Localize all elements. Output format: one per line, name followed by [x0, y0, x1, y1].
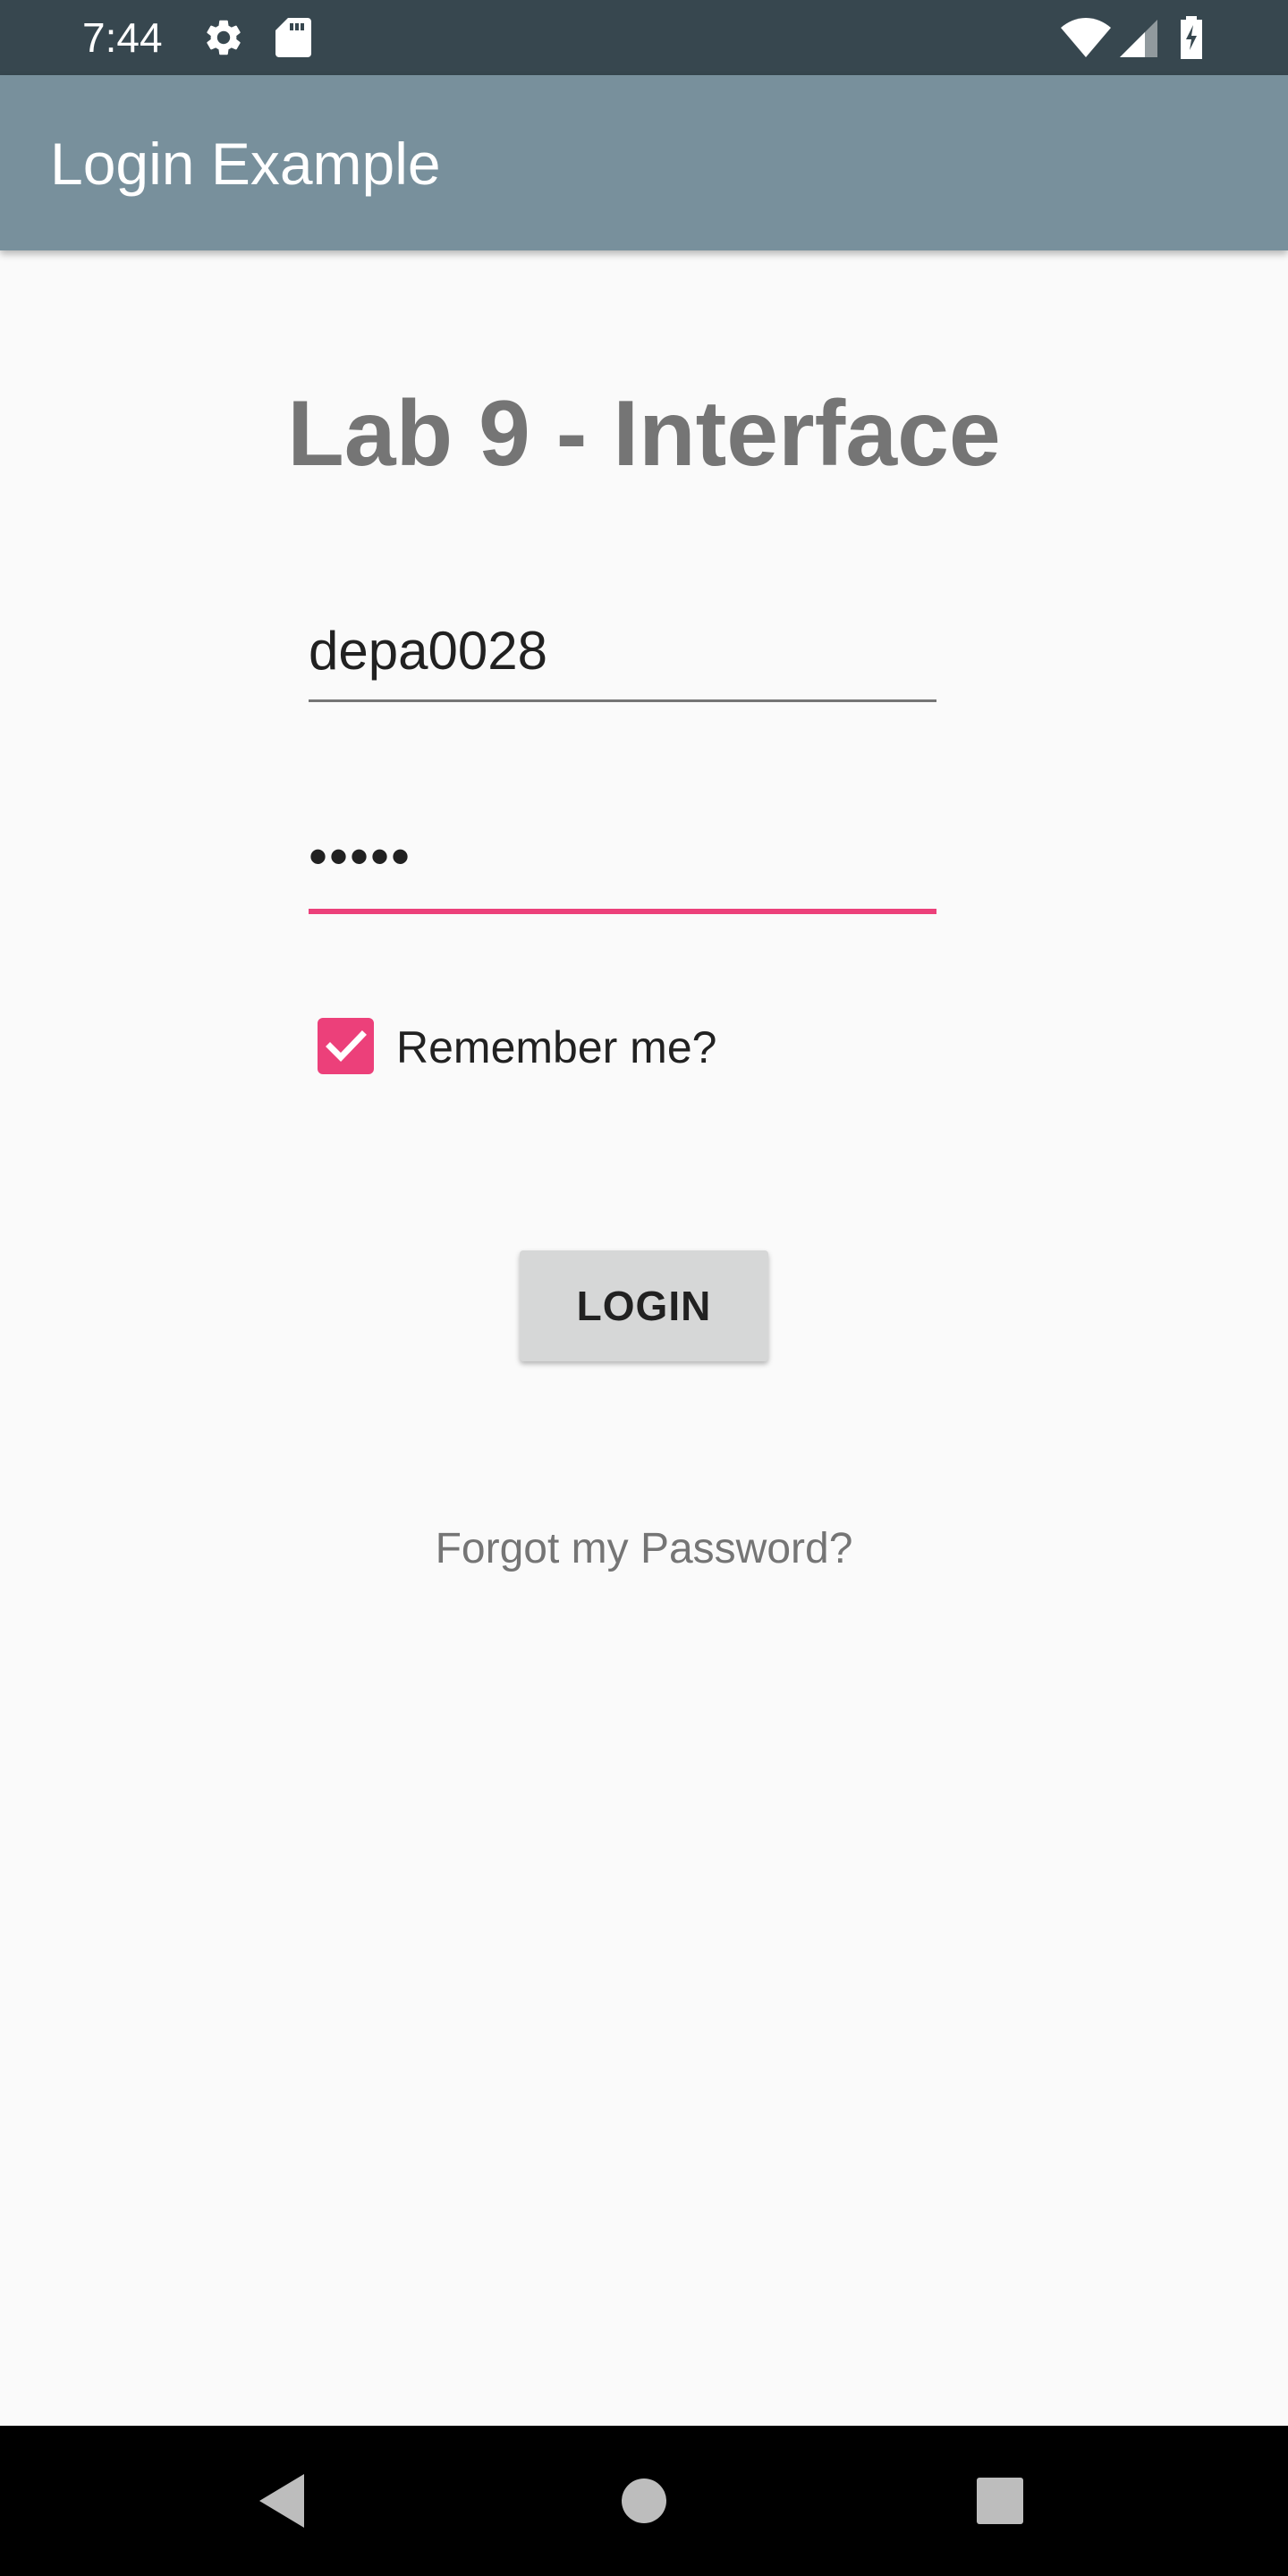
- remember-me-row[interactable]: Remember me?: [318, 1016, 854, 1079]
- status-time: 7:44: [82, 14, 163, 61]
- home-icon[interactable]: [599, 2456, 689, 2546]
- forgot-password-link[interactable]: Forgot my Password?: [0, 1521, 1288, 1578]
- remember-me-label[interactable]: Remember me?: [396, 1016, 716, 1079]
- app-title: Login Example: [50, 131, 441, 197]
- password-field[interactable]: •••••: [309, 823, 936, 921]
- sd-card-icon: [274, 16, 313, 64]
- username-value[interactable]: depa0028: [309, 617, 547, 685]
- checkmark-icon: [326, 1030, 367, 1063]
- username-field[interactable]: depa0028: [309, 617, 936, 707]
- gear-icon: [202, 16, 245, 64]
- password-underline: [309, 909, 936, 914]
- status-bar: 7:44: [0, 0, 1288, 75]
- app-bar: Login Example: [0, 75, 1288, 250]
- recents-icon[interactable]: [955, 2456, 1045, 2546]
- username-underline: [309, 699, 936, 702]
- login-screen: 7:44 Login Example Lab 9 - Interface dep…: [0, 0, 1288, 2576]
- battery-charging-icon: [1179, 16, 1204, 64]
- login-button[interactable]: LOGIN: [520, 1250, 768, 1361]
- remember-me-checkbox[interactable]: [318, 1018, 374, 1074]
- password-value[interactable]: •••••: [309, 823, 411, 891]
- page-heading: Lab 9 - Interface: [287, 382, 1001, 486]
- navigation-bar: [0, 2426, 1288, 2576]
- signal-icon: [1120, 20, 1157, 62]
- wifi-icon: [1061, 18, 1111, 62]
- back-icon[interactable]: [240, 2456, 329, 2546]
